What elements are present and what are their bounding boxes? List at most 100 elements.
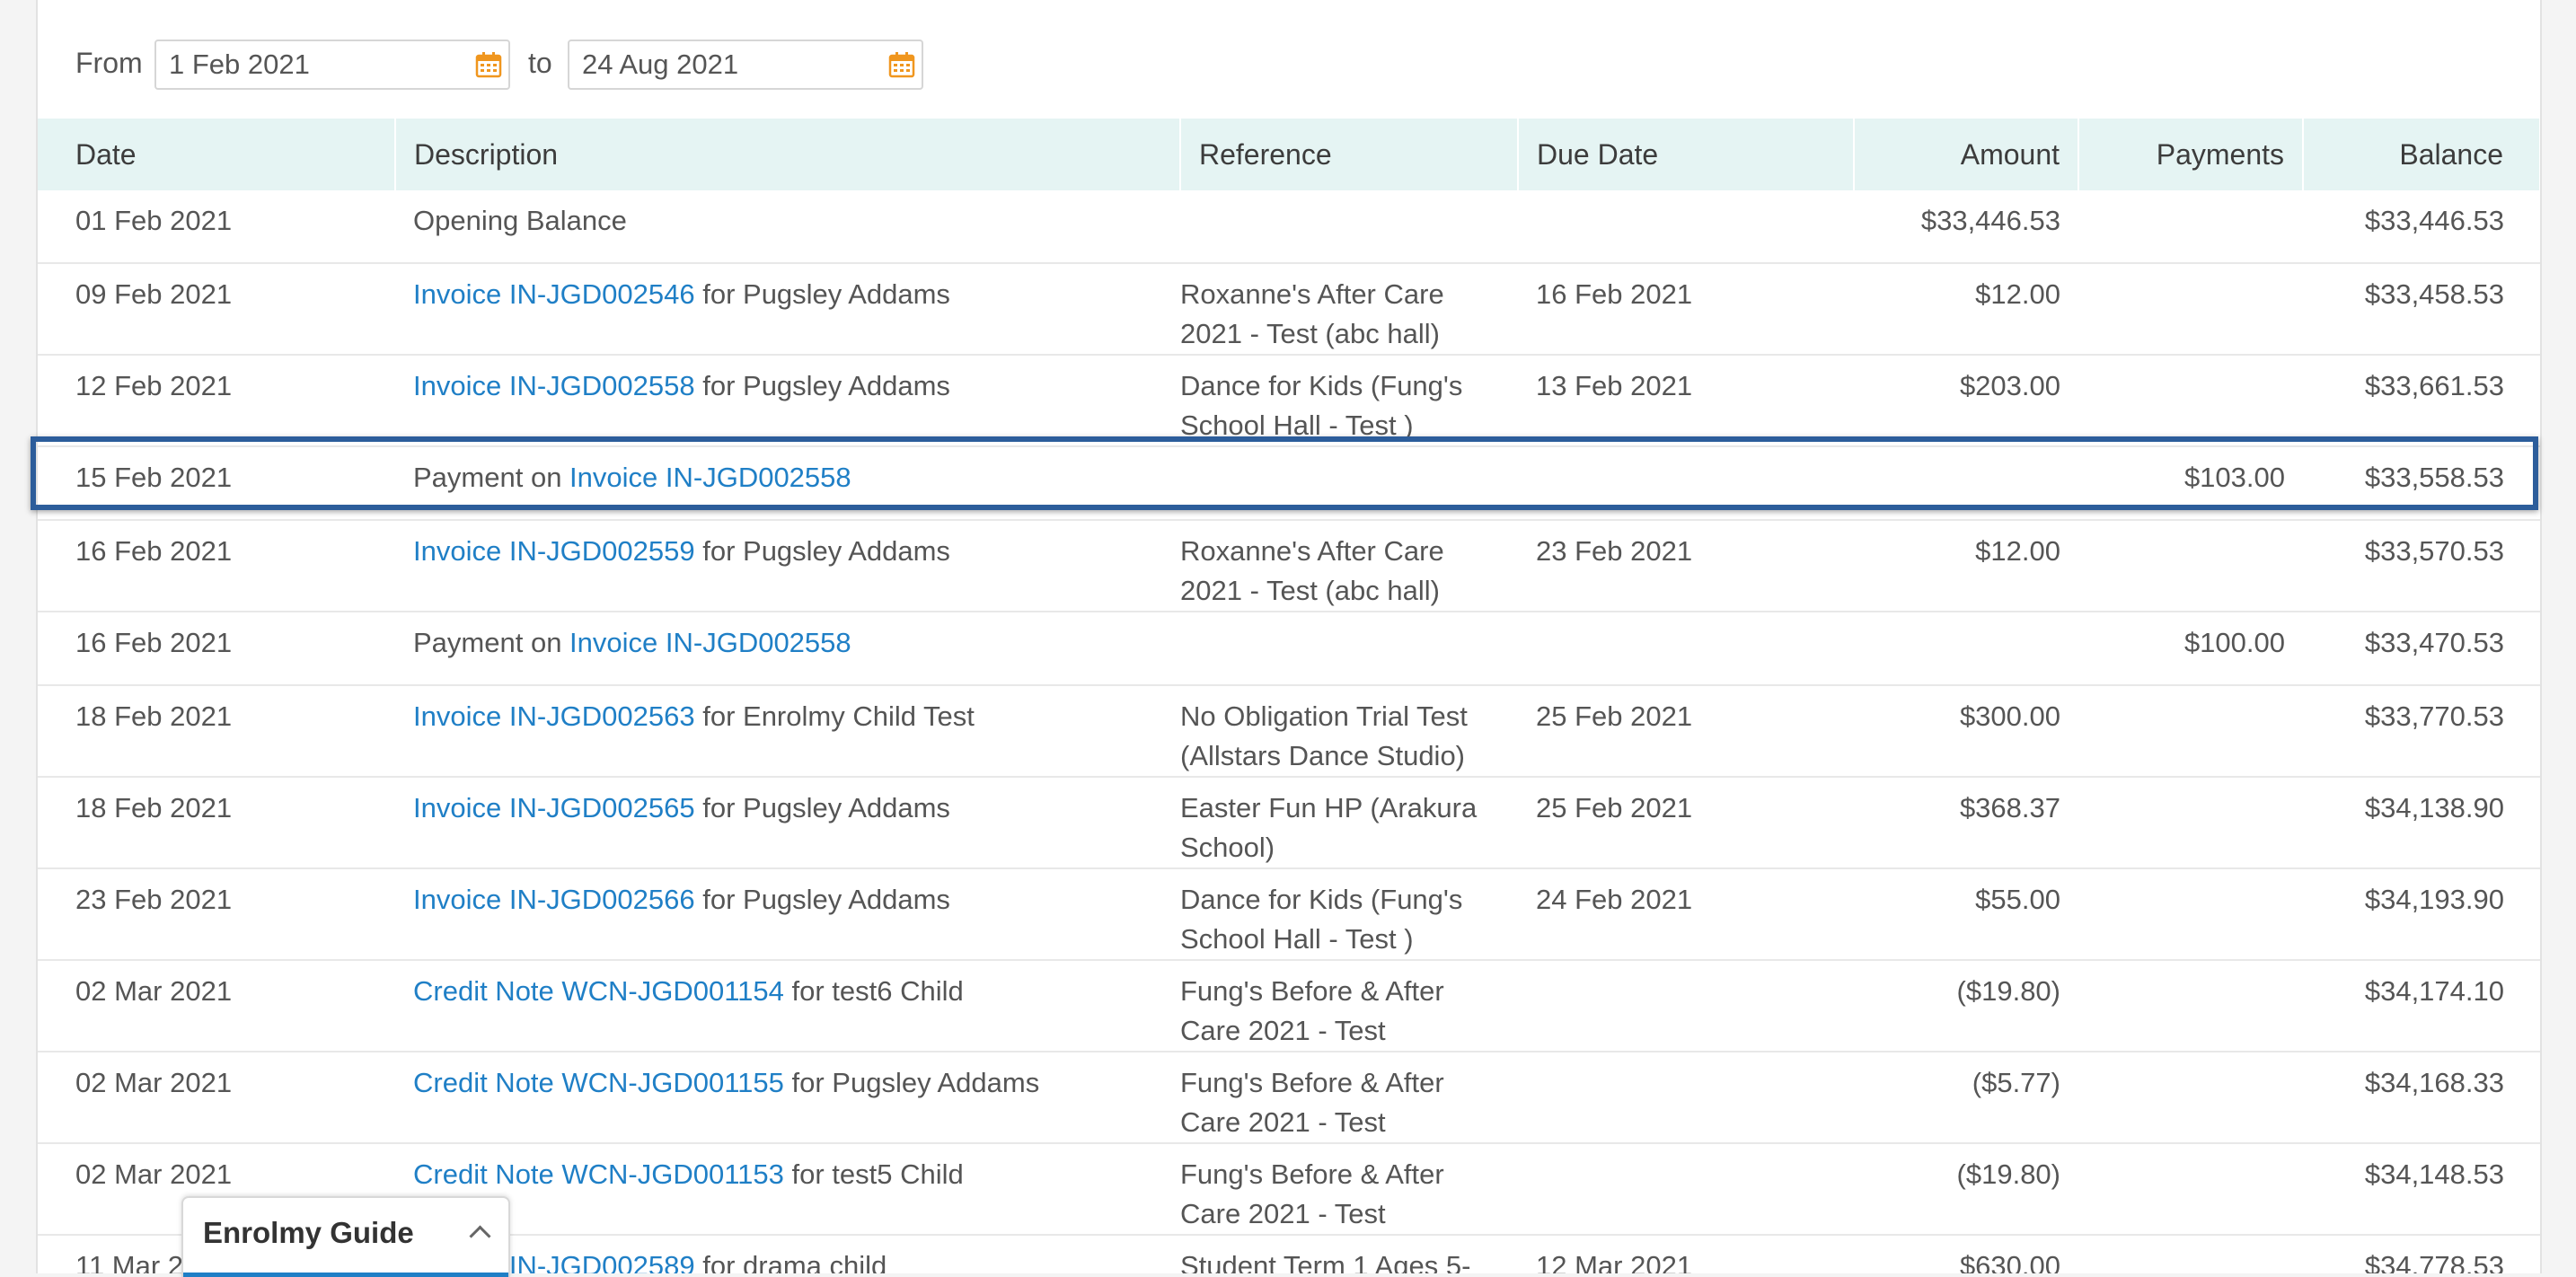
description-text: for Pugsley Addams xyxy=(694,370,950,401)
document-link[interactable]: Invoice IN-JGD002565 xyxy=(413,792,695,823)
balance-cell: $34,148.53 xyxy=(2303,1143,2540,1236)
calendar-icon[interactable] xyxy=(888,51,915,78)
balance-cell: $33,558.53 xyxy=(2303,446,2540,521)
description-cell: Invoice IN-JGD002565 for Pugsley Addams xyxy=(395,777,1180,869)
col-header-description[interactable]: Description xyxy=(395,119,1181,190)
table-row: 23 Feb 2021 Invoice IN-JGD002566 for Pugs… xyxy=(38,868,2540,961)
balance-cell: $33,661.53 xyxy=(2303,355,2540,447)
table-row: 02 Mar 2021 Credit Note WCN-JGD001154 for… xyxy=(38,960,2540,1052)
description-cell: Opening Balance xyxy=(395,190,1180,264)
to-date-input[interactable] xyxy=(568,40,923,90)
payment-cell: $103.00 xyxy=(2078,446,2303,521)
table-row: 16 Feb 2021 Payment on Invoice IN-JGD0025… xyxy=(38,612,2540,686)
reference-cell: Roxanne's After Care 2021 - Test (abc ha… xyxy=(1180,263,1518,356)
document-link[interactable]: Invoice IN-JGD002559 xyxy=(413,535,695,567)
col-header-balance[interactable]: Balance xyxy=(2303,119,2540,190)
document-link[interactable]: Credit Note WCN-JGD001153 xyxy=(413,1158,784,1190)
balance-cell: $34,174.10 xyxy=(2303,960,2540,1052)
description-text: for Pugsley Addams xyxy=(783,1067,1040,1098)
reference-cell: Fung's Before & After Care 2021 - Test xyxy=(1180,960,1518,1052)
table-row: 18 Feb 2021 Invoice IN-JGD002565 for Pugs… xyxy=(38,777,2540,869)
calendar-icon[interactable] xyxy=(475,51,502,78)
due-date-cell: 24 Feb 2021 xyxy=(1518,868,1854,961)
date-cell: 16 Feb 2021 xyxy=(38,520,395,612)
date-cell: 12 Feb 2021 xyxy=(38,355,395,447)
due-date-cell xyxy=(1518,960,1854,1052)
reference-cell: Student Term 1 Ages 5- xyxy=(1180,1235,1518,1273)
amount-cell xyxy=(1854,612,2078,686)
table-row: 12 Feb 2021 Invoice IN-JGD002558 for Pugs… xyxy=(38,355,2540,447)
date-cell: 02 Mar 2021 xyxy=(38,1052,395,1144)
amount-cell: $630.00 xyxy=(1854,1235,2078,1273)
reference-cell: Dance for Kids (Fung's School Hall - Tes… xyxy=(1180,355,1518,447)
due-date-cell xyxy=(1518,190,1854,264)
col-header-due-date[interactable]: Due Date xyxy=(1518,119,1855,190)
payment-cell xyxy=(2078,1143,2303,1236)
table-row: 16 Feb 2021 Invoice IN-JGD002559 for Pugs… xyxy=(38,520,2540,612)
due-date-cell: 16 Feb 2021 xyxy=(1518,263,1854,356)
reference-cell xyxy=(1180,446,1518,521)
due-date-cell xyxy=(1518,446,1854,521)
payment-cell xyxy=(2078,960,2303,1052)
statement-table: Date Description Reference Due Date Amou… xyxy=(38,119,2540,1273)
reference-cell: No Obligation Trial Test (Allstars Dance… xyxy=(1180,685,1518,778)
document-link[interactable]: Invoice IN-JGD002563 xyxy=(413,700,695,732)
date-cell: 01 Feb 2021 xyxy=(38,190,395,264)
amount-cell: $368.37 xyxy=(1854,777,2078,869)
document-link[interactable]: Invoice IN-JGD002566 xyxy=(413,884,695,915)
reference-cell: Dance for Kids (Fung's School Hall - Tes… xyxy=(1180,868,1518,961)
description-text: for Pugsley Addams xyxy=(694,278,950,310)
payment-cell xyxy=(2078,355,2303,447)
balance-cell: $33,446.53 xyxy=(2303,190,2540,264)
enrolmy-guide-widget[interactable]: Enrolmy Guide xyxy=(181,1196,510,1277)
col-header-reference[interactable]: Reference xyxy=(1180,119,1519,190)
document-link[interactable]: Invoice IN-JGD002558 xyxy=(569,462,851,493)
description-cell: Payment on Invoice IN-JGD002558 xyxy=(395,612,1180,686)
document-link[interactable]: Credit Note WCN-JGD001155 xyxy=(413,1067,784,1098)
date-cell: 16 Feb 2021 xyxy=(38,612,395,686)
balance-cell: $33,458.53 xyxy=(2303,263,2540,356)
description-cell: Invoice IN-JGD002546 for Pugsley Addams xyxy=(395,263,1180,356)
due-date-cell: 25 Feb 2021 xyxy=(1518,777,1854,869)
document-link[interactable]: Invoice IN-JGD002558 xyxy=(569,627,851,658)
date-cell: 18 Feb 2021 xyxy=(38,777,395,869)
document-link[interactable]: Invoice IN-JGD002558 xyxy=(413,370,695,401)
payment-cell: $100.00 xyxy=(2078,612,2303,686)
reference-cell: Fung's Before & After Care 2021 - Test xyxy=(1180,1143,1518,1236)
description-cell: Invoice IN-JGD002559 for Pugsley Addams xyxy=(395,520,1180,612)
description-text: for Pugsley Addams xyxy=(694,792,950,823)
chevron-up-icon[interactable] xyxy=(469,1225,491,1247)
amount-cell: $12.00 xyxy=(1854,263,2078,356)
due-date-cell: 13 Feb 2021 xyxy=(1518,355,1854,447)
payment-cell xyxy=(2078,868,2303,961)
description-cell: Invoice IN-JGD002563 for Enrolmy Child T… xyxy=(395,685,1180,778)
reference-cell: Fung's Before & After Care 2021 - Test xyxy=(1180,1052,1518,1144)
amount-cell: ($19.80) xyxy=(1854,1143,2078,1236)
payment-cell xyxy=(2078,1052,2303,1144)
balance-cell: $34,778.53 xyxy=(2303,1235,2540,1273)
table-row: 02 Mar 2021 Credit Note WCN-JGD001155 for… xyxy=(38,1052,2540,1144)
balance-cell: $34,193.90 xyxy=(2303,868,2540,961)
amount-cell: ($19.80) xyxy=(1854,960,2078,1052)
balance-cell: $34,168.33 xyxy=(2303,1052,2540,1144)
from-date-input[interactable] xyxy=(154,40,510,90)
col-header-date[interactable]: Date xyxy=(38,119,396,190)
amount-cell: $12.00 xyxy=(1854,520,2078,612)
col-header-payments[interactable]: Payments xyxy=(2078,119,2304,190)
date-cell: 23 Feb 2021 xyxy=(38,868,395,961)
guide-title: Enrolmy Guide xyxy=(203,1216,414,1249)
description-cell: Invoice IN-JGD002566 for Pugsley Addams xyxy=(395,868,1180,961)
date-cell: 15 Feb 2021 xyxy=(38,446,395,521)
col-header-amount[interactable]: Amount xyxy=(1854,119,2079,190)
description-cell: Payment on Invoice IN-JGD002558 xyxy=(395,446,1180,521)
from-label: From xyxy=(75,47,143,79)
description-text: for Pugsley Addams xyxy=(694,535,950,567)
description-cell: Credit Note WCN-JGD001155 for Pugsley Ad… xyxy=(395,1052,1180,1144)
due-date-cell xyxy=(1518,612,1854,686)
document-link[interactable]: Invoice IN-JGD002546 xyxy=(413,278,695,310)
amount-cell: $300.00 xyxy=(1854,685,2078,778)
table-row: 18 Feb 2021 Invoice IN-JGD002563 for Enro… xyxy=(38,685,2540,778)
payment-cell xyxy=(2078,1235,2303,1273)
document-link[interactable]: Credit Note WCN-JGD001154 xyxy=(413,975,784,1007)
balance-cell: $33,770.53 xyxy=(2303,685,2540,778)
